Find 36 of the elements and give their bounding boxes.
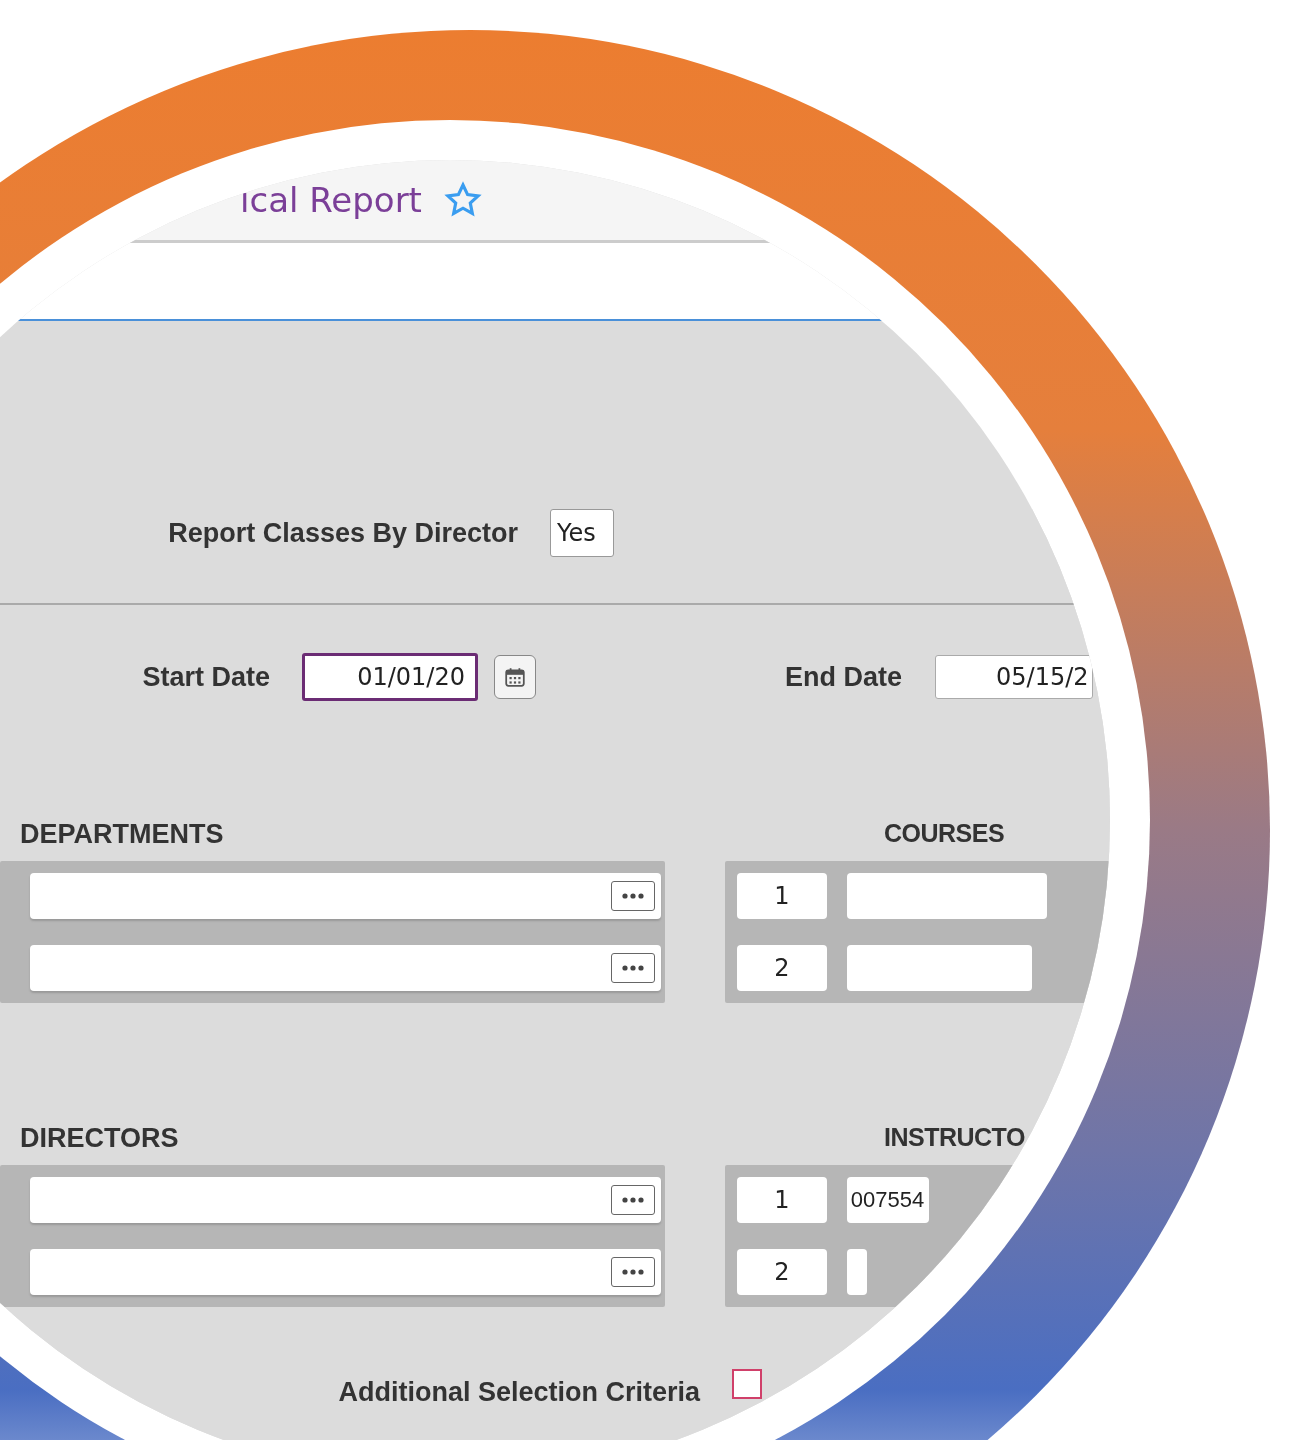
- section-heading: DEPARTMENTS: [20, 819, 224, 850]
- page-title: ical Report: [240, 180, 422, 220]
- field-label: Report Classes By Director: [167, 517, 518, 549]
- calendar-button[interactable]: [494, 655, 536, 699]
- row-number: 2: [736, 1249, 827, 1295]
- date-field[interactable]: 01/01/20: [302, 653, 478, 701]
- section-heading: DIRECTORS: [20, 1123, 179, 1154]
- row-number: 1: [736, 873, 827, 919]
- lookup-field[interactable]: [30, 873, 661, 919]
- section-heading: INSTRUCTO: [884, 1123, 1025, 1152]
- ellipsis-icon: [620, 892, 645, 900]
- input-field[interactable]: [846, 873, 1047, 919]
- lookup-field[interactable]: [30, 1249, 661, 1295]
- lookup-field[interactable]: [30, 1177, 661, 1223]
- browse-button[interactable]: [610, 953, 655, 983]
- field-label: Additional Selection Criteria: [337, 1377, 700, 1408]
- yes-no-field[interactable]: Yes: [550, 509, 614, 557]
- ellipsis-icon: [620, 964, 645, 972]
- criteria-field[interactable]: [732, 1369, 762, 1399]
- field-label: Start Date: [141, 661, 270, 693]
- row-number: 2: [736, 945, 827, 991]
- ellipsis-icon: [620, 1196, 645, 1204]
- row-number: 1: [736, 1177, 827, 1223]
- date-field[interactable]: 05/15/2: [935, 655, 1093, 699]
- star-icon[interactable]: [443, 181, 482, 219]
- section-heading: COURSES: [884, 819, 1005, 848]
- field-label: End Date: [783, 661, 902, 693]
- browse-button[interactable]: [610, 881, 655, 911]
- browse-button[interactable]: [610, 1257, 655, 1287]
- calendar-icon: [504, 666, 526, 688]
- ellipsis-icon: [620, 1268, 645, 1276]
- input-field[interactable]: [846, 945, 1032, 991]
- input-field[interactable]: 007554: [846, 1177, 929, 1223]
- lookup-field[interactable]: [30, 945, 661, 991]
- input-field[interactable]: [846, 1249, 867, 1295]
- browse-button[interactable]: [610, 1185, 655, 1215]
